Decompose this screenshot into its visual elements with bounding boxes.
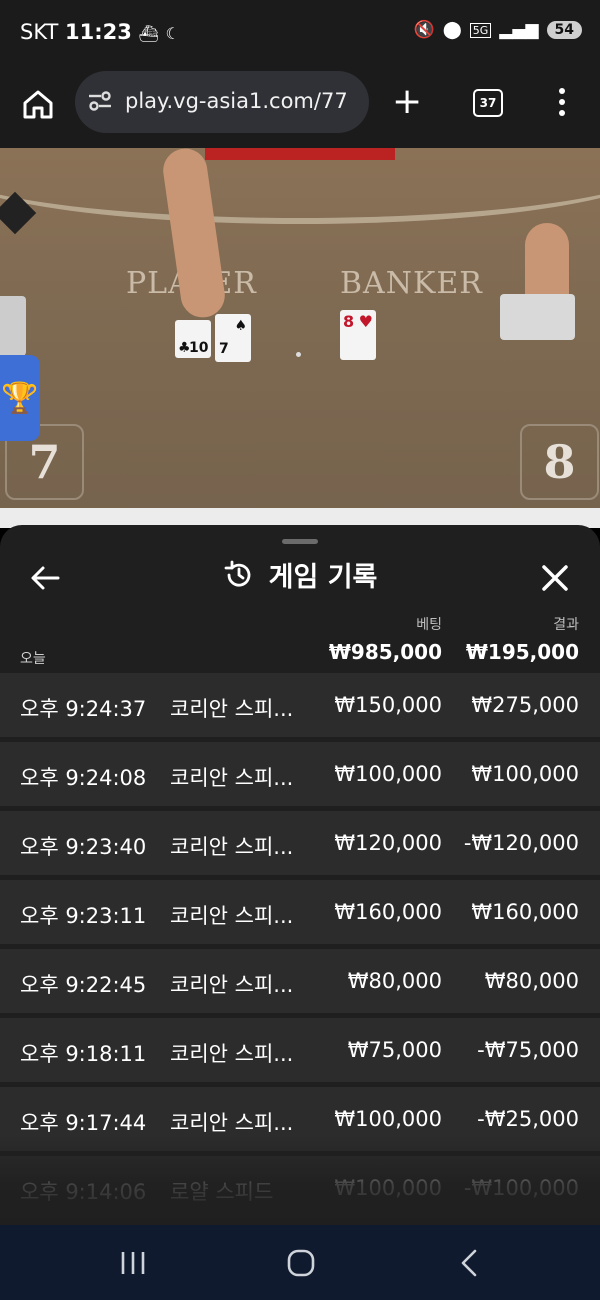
row-time: 오후 9:22:45 [20, 973, 147, 997]
carrier-label: SKT [20, 20, 59, 44]
moon-icon: ☾ [165, 24, 180, 43]
row-bet: ₩80,000 [347, 969, 442, 993]
row-game: 코리안 스피... [170, 766, 294, 790]
sheet-title: 게임 기록 [268, 562, 378, 593]
player-card-1: ♣ 10 [175, 320, 211, 358]
row-result: -₩120,000 [463, 831, 579, 855]
history-row[interactable]: 오후 9:18:11 코리안 스피... ₩75,000 -₩75,000 [0, 1018, 600, 1082]
banker-label: BANKER [340, 266, 483, 301]
clock: 11:23 [65, 20, 132, 44]
status-bar: SKT 11:23 ⛴ ☾ 🔇 ⬤ 5G ▂▄▆ 54 [0, 0, 600, 68]
more-menu-icon[interactable] [552, 86, 572, 118]
row-bet: ₩160,000 [334, 900, 442, 924]
row-time: 오후 9:23:11 [20, 904, 147, 928]
system-nav-bar [0, 1225, 600, 1300]
home-icon[interactable] [20, 86, 56, 122]
row-time: 오후 9:24:08 [20, 766, 147, 790]
new-tab-icon[interactable]: + [392, 84, 422, 120]
row-game: 코리안 스피... [170, 973, 294, 997]
trophy-icon[interactable]: 🏆 [0, 355, 40, 441]
signal-icon: ▂▄▆ [499, 20, 539, 40]
row-time: 오후 9:18:11 [20, 1042, 147, 1066]
total-bet: ₩985,000 [328, 640, 442, 664]
history-row[interactable]: 오후 9:22:45 코리안 스피... ₩80,000 ₩80,000 [0, 949, 600, 1013]
row-bet: ₩75,000 [347, 1038, 442, 1062]
drag-handle[interactable] [282, 539, 318, 544]
row-bet: ₩120,000 [334, 831, 442, 855]
banker-score: 8 [520, 424, 599, 500]
row-result: -₩25,000 [477, 1107, 579, 1131]
status-icons: 🔇 ⬤ 5G ▂▄▆ 54 [414, 20, 582, 40]
row-game: 로얄 스피드 [170, 1180, 274, 1204]
row-bet: ₩150,000 [334, 693, 442, 717]
row-time: 오후 9:14:06 [20, 1180, 147, 1204]
recent-apps-icon[interactable] [113, 1247, 153, 1279]
column-header-bet: 베팅 [416, 617, 442, 633]
row-result: -₩75,000 [477, 1038, 579, 1062]
browser-toolbar: play.vg-asia1.com/77 + 37 [0, 68, 600, 148]
total-result: ₩195,000 [465, 640, 579, 664]
battery-badge: 54 [546, 21, 582, 39]
row-result: ₩275,000 [471, 693, 579, 717]
row-result: ₩100,000 [471, 762, 579, 786]
history-row[interactable]: 오후 9:17:44 코리안 스피... ₩100,000 -₩25,000 [0, 1087, 600, 1151]
row-result: ₩80,000 [484, 969, 579, 993]
row-bet: ₩100,000 [334, 762, 442, 786]
history-icon [224, 560, 250, 587]
home-nav-icon[interactable] [281, 1247, 321, 1279]
location-icon: ⬤ [442, 20, 462, 40]
row-game: 코리안 스피... [170, 835, 294, 859]
history-row[interactable]: 오후 9:14:06 로얄 스피드 ₩100,000 -₩100,000 [0, 1156, 600, 1220]
date-group-label: 오늘 [20, 651, 46, 667]
tab-count: 37 [479, 96, 497, 110]
title-bar: 게임 기록 [0, 555, 600, 595]
player-card-2: ♠ 7 [215, 314, 251, 362]
row-game: 코리안 스피... [170, 697, 294, 721]
boat-icon: ⛴ [138, 24, 159, 43]
history-row[interactable]: 오후 9:23:11 코리안 스피... ₩160,000 ₩160,000 [0, 880, 600, 944]
row-bet: ₩100,000 [334, 1107, 442, 1131]
row-time: 오후 9:24:37 [20, 697, 147, 721]
banker-card-1: 8 ♥ [340, 310, 376, 360]
history-row[interactable]: 오후 9:23:40 코리안 스피... ₩120,000 -₩120,000 [0, 811, 600, 875]
history-row[interactable]: 오후 9:24:37 코리안 스피... ₩150,000 ₩275,000 [0, 673, 600, 737]
row-bet: ₩100,000 [334, 1176, 442, 1200]
discard-tray [0, 296, 26, 356]
row-result: ₩160,000 [471, 900, 579, 924]
status-carrier-time: SKT 11:23 ⛴ ☾ [20, 20, 180, 44]
card-deck-right [500, 294, 575, 340]
row-time: 오후 9:23:40 [20, 835, 147, 859]
game-video: PLAYER BANKER ♣ 10 ♠ 7 8 ♥ 7 8 🏆 [0, 148, 600, 528]
history-row[interactable]: 오후 9:24:08 코리안 스피... ₩100,000 ₩100,000 [0, 742, 600, 806]
network-type: 5G [469, 22, 492, 38]
tab-switcher-button[interactable]: 37 [473, 89, 503, 117]
row-time: 오후 9:17:44 [20, 1111, 147, 1135]
center-dot [296, 352, 301, 357]
url-text: play.vg-asia1.com/77 [125, 89, 348, 113]
row-game: 코리안 스피... [170, 1042, 294, 1066]
row-game: 코리안 스피... [170, 1111, 294, 1135]
row-game: 코리안 스피... [170, 904, 294, 928]
address-bar[interactable]: play.vg-asia1.com/77 [75, 71, 369, 133]
dealer-shirt [205, 148, 395, 160]
game-history-sheet: 게임 기록 베팅 결과 오늘 ₩985,000 ₩195,000 오후 9:24… [0, 525, 600, 1225]
back-nav-icon[interactable] [450, 1247, 490, 1279]
site-settings-icon[interactable] [87, 88, 113, 114]
close-icon[interactable] [540, 563, 570, 593]
column-header-result: 결과 [553, 617, 579, 633]
mute-icon: 🔇 [413, 20, 435, 40]
history-list: 오후 9:24:37 코리안 스피... ₩150,000 ₩275,000 오… [0, 673, 600, 1225]
row-result: -₩100,000 [463, 1176, 579, 1200]
